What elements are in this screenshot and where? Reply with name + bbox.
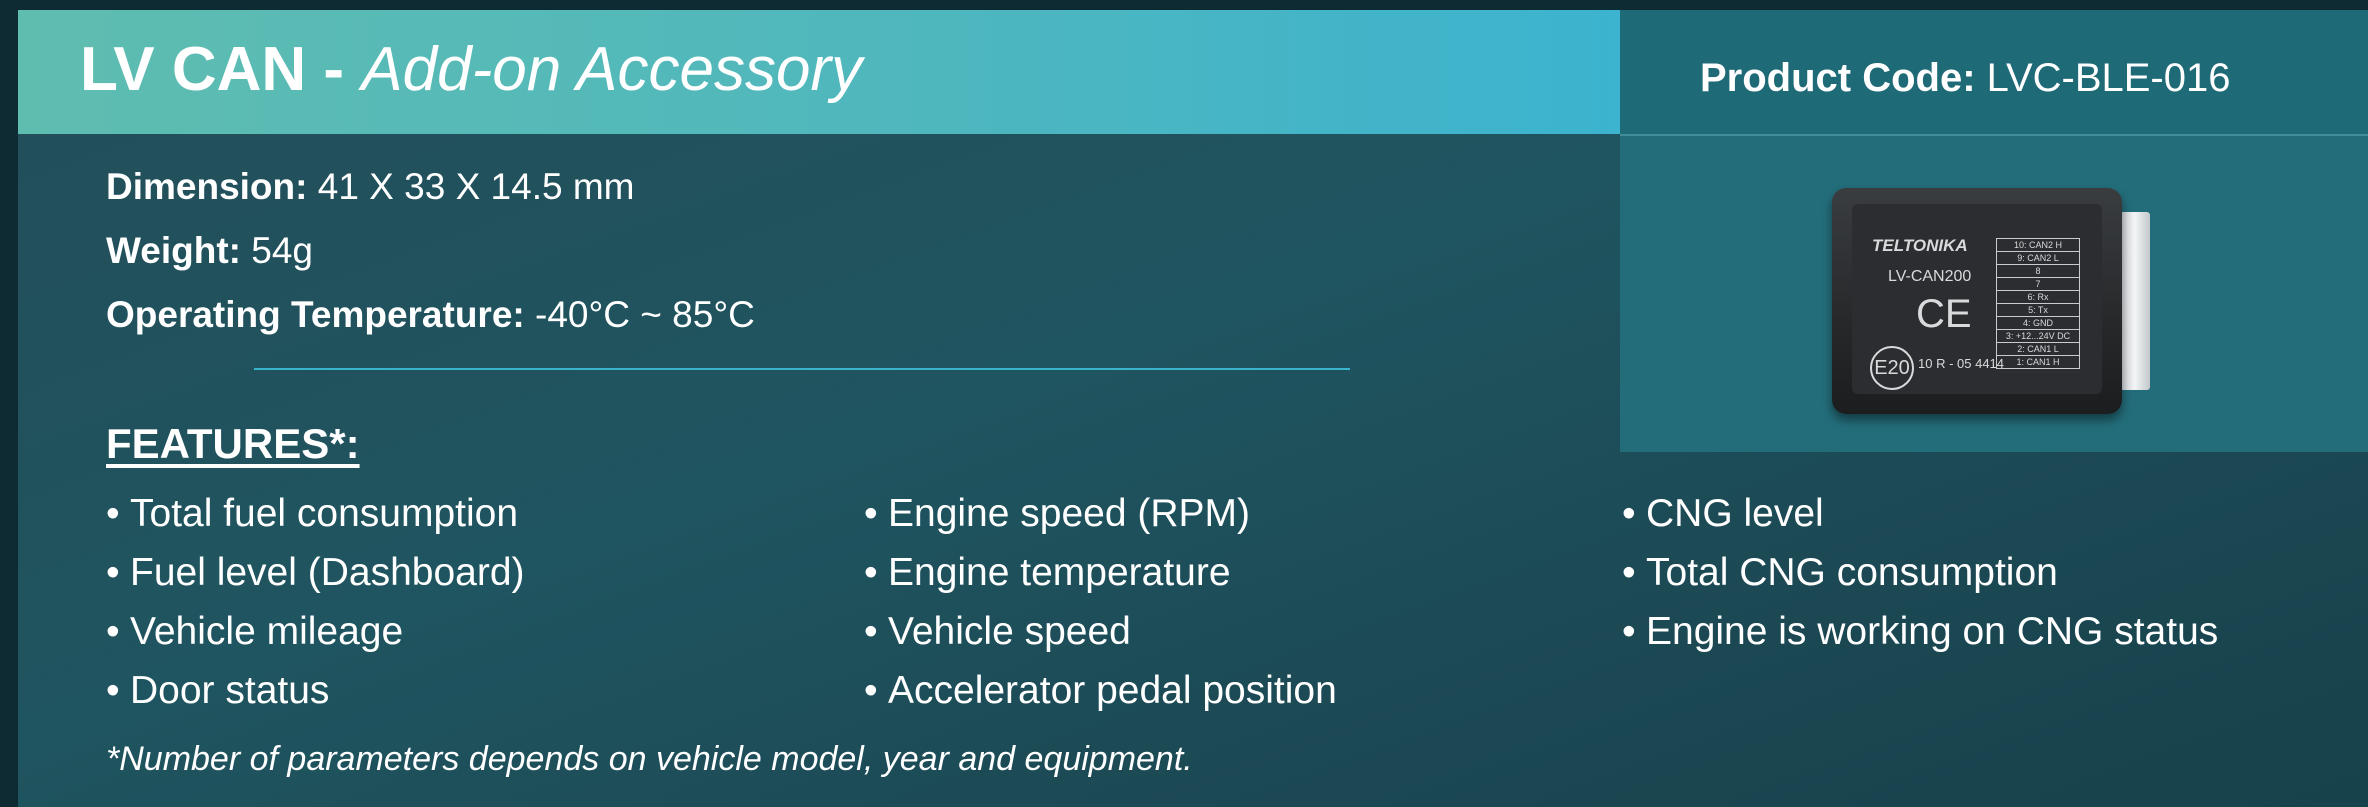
bullet-icon: • (106, 551, 120, 594)
footnote: *Number of parameters depends on vehicle… (106, 740, 1193, 778)
specs-list: Dimension: 41 X 33 X 14.5 mm Weight: 54g… (106, 166, 755, 358)
pinout-row: 3: +12...24V DC (1997, 330, 2079, 343)
list-item: • Vehicle speed (864, 610, 1337, 669)
feature-text: Engine speed (RPM) (888, 492, 1251, 535)
feature-text: Vehicle speed (888, 610, 1131, 653)
list-item: • Engine speed (RPM) (864, 492, 1337, 551)
feature-text: Fuel level (Dashboard) (130, 551, 525, 594)
feature-text: Engine temperature (888, 551, 1231, 594)
list-item: • Fuel level (Dashboard) (106, 551, 525, 610)
pinout-row: 5: Tx (1997, 304, 2079, 317)
product-code-value: LVC-BLE-016 (1975, 56, 2231, 100)
bullet-icon: • (1622, 551, 1636, 594)
features-column-3: • CNG level • Total CNG consumption • Engin… (1622, 492, 2218, 669)
device-body: TELTONIKA LV-CAN200 CE E20 10 R - 05 441… (1832, 188, 2122, 414)
list-item: • Total fuel consumption (106, 492, 525, 551)
title-bar: LV CAN - Add-on Accessory (18, 10, 1620, 134)
device-model-label: LV-CAN200 (1888, 268, 1972, 285)
list-item: • Door status (106, 669, 525, 728)
list-item: • Vehicle mileage (106, 610, 525, 669)
feature-text: CNG level (1646, 492, 1824, 535)
title-main: LV CAN - (80, 35, 362, 104)
ce-mark: CE (1916, 292, 1972, 336)
list-item: • Total CNG consumption (1622, 551, 2218, 610)
spec-label: Operating Temperature: (106, 294, 525, 335)
bullet-icon: • (1622, 610, 1636, 653)
section-divider (254, 368, 1350, 370)
bullet-icon: • (864, 669, 878, 712)
list-item: • Accelerator pedal position (864, 669, 1337, 728)
pinout-table: 10: CAN2 H 9: CAN2 L 8 7 6: Rx 5: Tx 4: … (1996, 238, 2080, 369)
device-connector (2120, 212, 2150, 390)
pinout-row: 9: CAN2 L (1997, 252, 2079, 265)
features-column-2: • Engine speed (RPM) • Engine temperature … (864, 492, 1337, 728)
pinout-row: 4: GND (1997, 317, 2079, 330)
pinout-row: 8 (1997, 265, 2079, 278)
feature-text: Engine is working on CNG status (1646, 610, 2219, 653)
feature-text: Total fuel consumption (130, 492, 519, 535)
device-image: TELTONIKA LV-CAN200 CE E20 10 R - 05 441… (1832, 188, 2166, 414)
pinout-row: 1: CAN1 H (2016, 357, 2060, 367)
bullet-icon: • (106, 610, 120, 653)
bullet-icon: • (1622, 492, 1636, 535)
spec-value: -40°C ~ 85°C (524, 294, 755, 335)
device-brand-logo: TELTONIKA (1872, 236, 1968, 255)
bullet-icon: • (106, 669, 120, 712)
feature-text: Door status (130, 669, 330, 712)
product-code-box: Product Code: LVC-BLE-016 (1620, 10, 2368, 136)
pinout-row: 10: CAN2 H (1997, 239, 2079, 252)
spec-label: Dimension: (106, 166, 308, 207)
bullet-icon: • (864, 610, 878, 653)
spec-value: 41 X 33 X 14.5 mm (307, 166, 635, 207)
list-item: • Engine temperature (864, 551, 1337, 610)
bullet-icon: • (106, 492, 120, 535)
list-item: • CNG level (1622, 492, 2218, 551)
e-mark: E20 (1870, 346, 1914, 390)
bullet-icon: • (864, 492, 878, 535)
list-item: • Engine is working on CNG status (1622, 610, 2218, 669)
product-code: Product Code: LVC-BLE-016 (1700, 56, 2231, 101)
feature-text: Total CNG consumption (1646, 551, 2058, 594)
features-heading: FEATURES*: (106, 420, 360, 467)
bullet-icon: • (864, 551, 878, 594)
product-code-label: Product Code: (1700, 56, 1976, 100)
spec-weight: Weight: 54g (106, 230, 755, 294)
feature-text: Vehicle mileage (130, 610, 404, 653)
pinout-row: 2: CAN1 L (1997, 343, 2079, 356)
title-subtitle: Add-on Accessory (361, 35, 863, 104)
spec-operating-temperature: Operating Temperature: -40°C ~ 85°C (106, 294, 755, 358)
spec-label: Weight: (106, 230, 241, 271)
page-title: LV CAN - Add-on Accessory (80, 35, 863, 104)
features-column-1: • Total fuel consumption • Fuel level (Das… (106, 492, 525, 728)
approval-number: 10 R - 05 4414 (1918, 356, 2005, 371)
spec-value: 54g (240, 230, 313, 271)
product-image-box: TELTONIKA LV-CAN200 CE E20 10 R - 05 441… (1620, 136, 2368, 452)
pinout-row: 7 (1997, 278, 2079, 291)
feature-text: Accelerator pedal position (888, 669, 1337, 712)
pinout-row: 6: Rx (1997, 291, 2079, 304)
spec-dimension: Dimension: 41 X 33 X 14.5 mm (106, 166, 755, 230)
product-sheet-panel: LV CAN - Add-on Accessory Product Code: … (18, 10, 2368, 807)
